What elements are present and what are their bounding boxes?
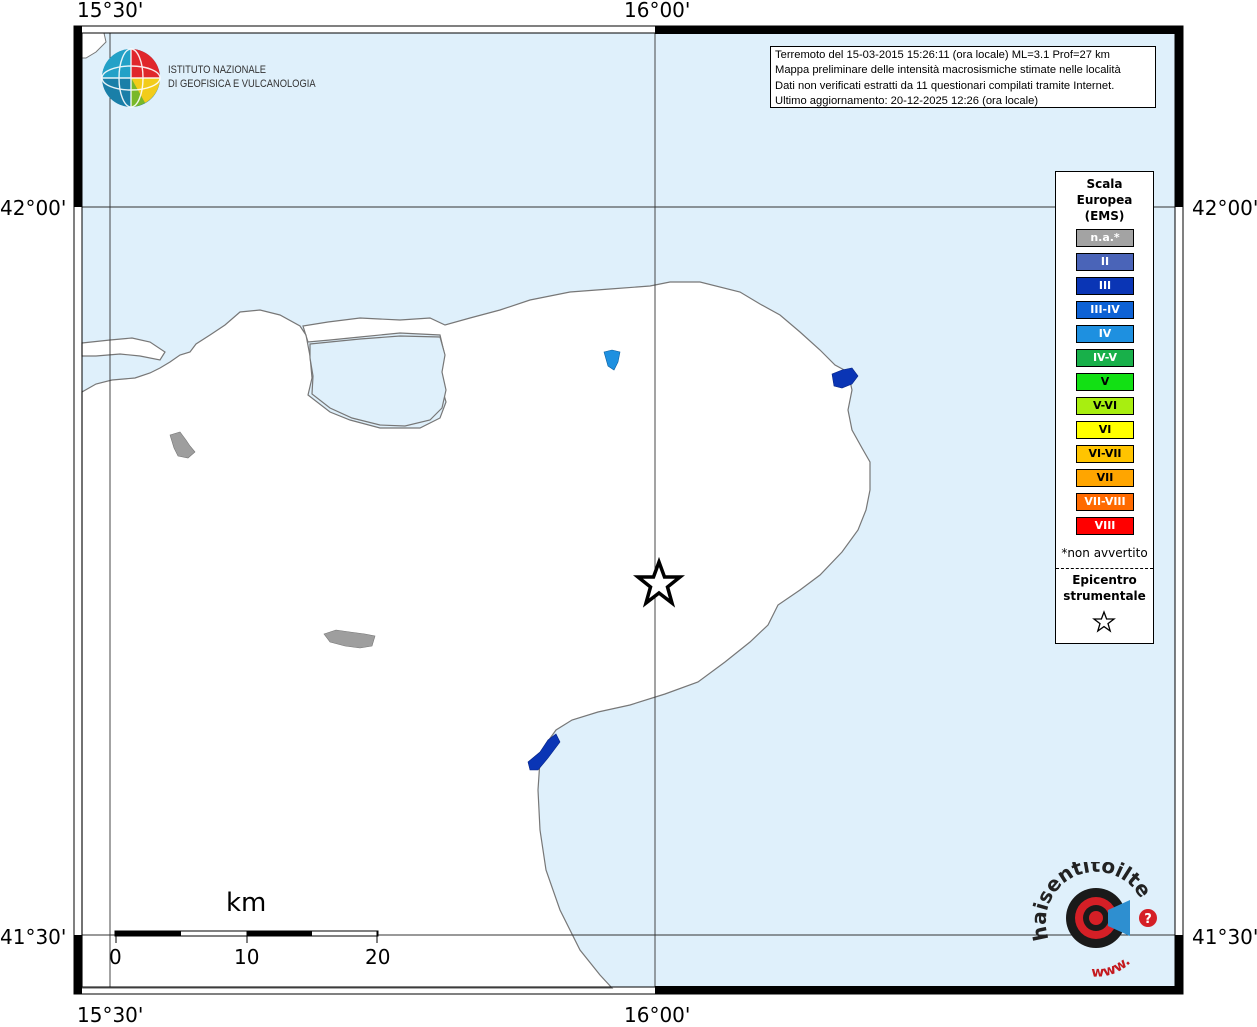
legend-title: Scala Europea (EMS) (1056, 176, 1153, 224)
legend-divider (1056, 568, 1153, 569)
scale-tick-20: 20 (365, 945, 391, 969)
scale-tick-10: 10 (234, 945, 260, 969)
legend-chip: n.a.* (1076, 229, 1134, 247)
legend-chip: III-IV (1076, 301, 1134, 319)
ingv-globe-icon (101, 48, 161, 108)
legend-chip: III (1076, 277, 1134, 295)
lon-label-top-center: 16°00' (624, 0, 691, 22)
event-info-line1: Terremoto del 15-03-2015 15:26:11 (ora l… (775, 49, 1110, 61)
legend-epicenter-line1: Epicentro (1072, 573, 1137, 587)
event-info-line2: Mappa preliminare delle intensità macros… (775, 64, 1121, 77)
svg-text:?: ? (1144, 912, 1152, 927)
legend-chip: VIII (1076, 517, 1134, 535)
event-info-box: Terremoto del 15-03-2015 15:26:11 (ora l… (770, 46, 1156, 108)
lon-label-top-left: 15°30' (77, 0, 144, 22)
legend-title-line3: (EMS) (1084, 209, 1125, 223)
intensity-legend: Scala Europea (EMS) n.a.* II III III-IV IV IV… (1055, 171, 1154, 644)
scale-unit-label: km (226, 888, 267, 918)
legend-chip: VI (1076, 421, 1134, 439)
legend-chip: IV-V (1076, 349, 1134, 367)
lat-label-right-bottom: 41°30' (1192, 925, 1257, 949)
legend-chip: V-VI (1076, 397, 1134, 415)
legend-chip: VII-VIII (1076, 493, 1134, 511)
legend-star-icon (1092, 610, 1116, 633)
legend-epicenter-label: Epicentro strumentale (1056, 572, 1153, 604)
lon-label-bottom-left: 15°30' (77, 1003, 144, 1027)
legend-chip: V (1076, 373, 1134, 391)
event-info-line4: Ultimo aggiornamento: 20-12-2025 12:26 (… (775, 94, 1039, 107)
legend-epicenter-line2: strumentale (1063, 589, 1146, 603)
scale-tick-0: 0 (109, 945, 122, 969)
ingv-name-line2: DI GEOFISICA E VULCANOLOGIA (168, 78, 316, 90)
legend-chip: VI-VII (1076, 445, 1134, 463)
legend-note: *non avvertito (1061, 546, 1148, 560)
lat-label-right-top: 42°00' (1192, 196, 1257, 220)
hsi-logo-url: www. (1091, 954, 1133, 981)
ingv-name: ISTITUTO NAZIONALE DI GEOFISICA E VULCAN… (168, 63, 316, 91)
lat-label-left-bottom: 41°30' (0, 925, 67, 949)
legend-title-line1: Scala (1086, 177, 1123, 191)
legend-chip: II (1076, 253, 1134, 271)
haisentito-logo-icon: haisentitoilterremoto.it www. ? (1030, 862, 1157, 981)
legend-chip: IV (1076, 325, 1134, 343)
lon-label-bottom-center: 16°00' (624, 1003, 691, 1027)
ingv-name-line1: ISTITUTO NAZIONALE (168, 64, 267, 76)
legend-title-line2: Europea (1076, 193, 1133, 207)
legend-chip: VII (1076, 469, 1134, 487)
event-info-line3: Dati non verificati estratti da 11 quest… (775, 79, 1115, 92)
lat-label-left-top: 42°00' (0, 196, 67, 220)
